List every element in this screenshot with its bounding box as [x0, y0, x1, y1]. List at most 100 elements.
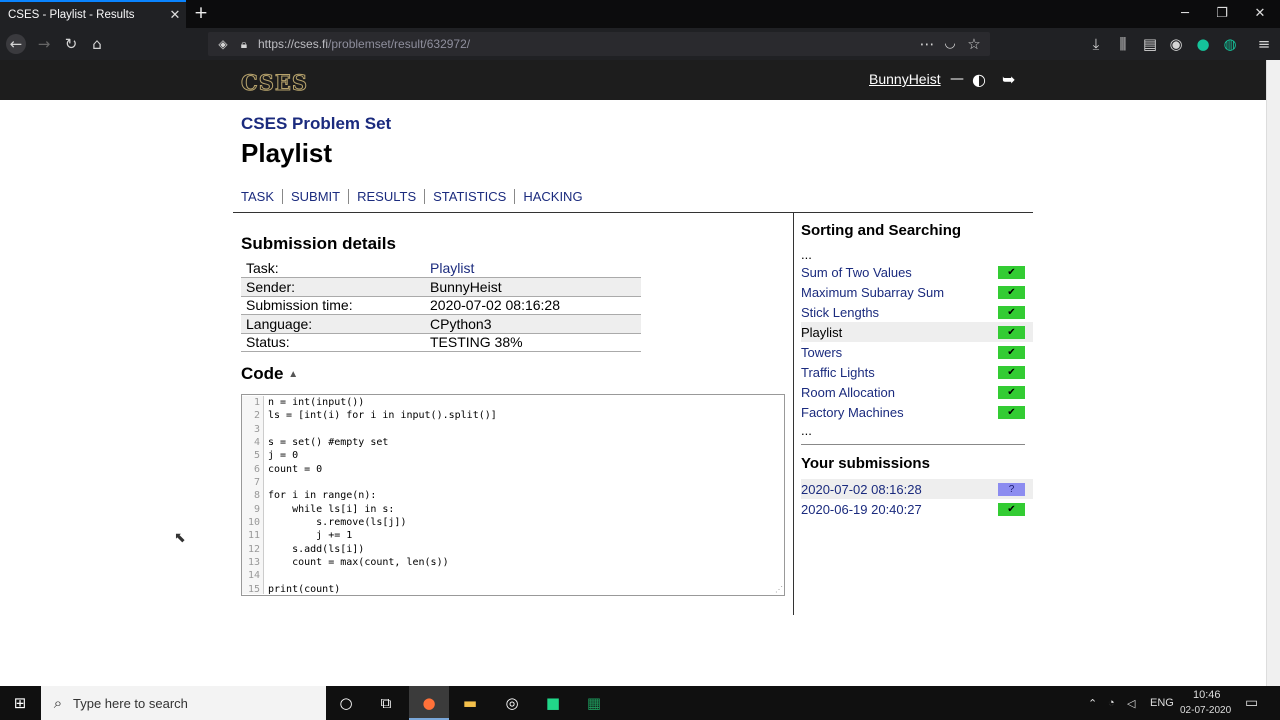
submissions-heading: Your submissions	[801, 455, 930, 472]
network-icon[interactable]: ◔	[1108, 697, 1115, 709]
tab-title: CSES - Playlist - Results	[8, 9, 135, 21]
submissions-list: 2020-07-02 08:16:28? 2020-06-19 20:40:27 ✔	[801, 479, 1033, 519]
search-placeholder: Type here to search	[73, 696, 188, 711]
table-row: Language: CPython3	[241, 314, 641, 334]
code-line: s = set() #empty set	[268, 437, 389, 449]
submission-item[interactable]: 2020-07-02 08:16:28?	[801, 479, 1033, 499]
forward-icon[interactable]: →	[34, 34, 54, 54]
chrome-icon[interactable]: ◎	[502, 694, 522, 712]
grammarly-extension-icon[interactable]: ◍	[1220, 34, 1240, 54]
code-line: while ls[i] in s:	[268, 503, 395, 515]
code-line: n = int(input())	[268, 397, 365, 408]
browser-tab[interactable]: CSES - Playlist - Results ✕	[0, 0, 186, 28]
home-icon[interactable]: ⌂	[87, 34, 107, 54]
bookmark-star-icon[interactable]: ☆	[964, 34, 984, 54]
tab-task[interactable]: TASK	[241, 189, 282, 204]
sidebar-item-label: Maximum Subarray Sum	[801, 284, 945, 300]
tab-submit[interactable]: SUBMIT	[282, 189, 348, 204]
sidebar-icon[interactable]: ▤	[1140, 34, 1160, 54]
url-text[interactable]: https://cses.fi/problemset/result/632972…	[258, 37, 470, 51]
sidebar-item[interactable]: Playlist ✔	[801, 322, 1033, 342]
row-value: CPython3	[425, 314, 641, 334]
reload-icon[interactable]: ↻	[61, 34, 81, 54]
line-number: 13	[247, 557, 260, 569]
account-icon[interactable]: ◉	[1166, 34, 1186, 54]
resize-handle-icon[interactable]: ⋰	[775, 585, 783, 594]
row-label: Submission time:	[241, 296, 425, 315]
pycharm-icon[interactable]: ■	[543, 694, 563, 712]
clock-time[interactable]: 10:46	[1193, 689, 1221, 701]
notifications-icon[interactable]: ▭	[1245, 694, 1258, 711]
accepted-check-icon: ✔	[998, 365, 1025, 379]
submission-item[interactable]: 2020-06-19 20:40:27 ✔	[801, 499, 1025, 519]
url-host: https://cses.fi	[258, 37, 329, 51]
language-indicator[interactable]: ENG	[1150, 697, 1174, 709]
volume-icon[interactable]: ◁	[1127, 697, 1135, 710]
collapse-code-icon[interactable]: ▲	[288, 369, 298, 380]
code-line: count = max(count, len(s))	[268, 557, 449, 569]
library-icon[interactable]: ⫼	[1113, 34, 1133, 54]
line-number: 1	[253, 397, 260, 408]
username-link[interactable]: BunnyHeist	[869, 71, 941, 87]
sidebar-ellipsis-top: ...	[801, 247, 812, 262]
lock-icon[interactable]: 🔒︎	[234, 34, 254, 54]
tray-chevron-icon[interactable]: ⌃	[1088, 697, 1097, 710]
logout-icon[interactable]: ➥	[1002, 70, 1015, 89]
line-number: 7	[253, 477, 260, 489]
line-number: 4	[253, 437, 260, 449]
cses-logo[interactable]: CSES	[240, 70, 308, 96]
sidebar-item-label: Room Allocation	[801, 384, 895, 400]
sidebar-item[interactable]: Maximum Subarray Sum ✔	[801, 282, 1025, 302]
line-number: 8	[253, 490, 260, 502]
code-viewer[interactable]: 1 2 3 4 5 6 7 8 9 10 11 12 13 14 15 n = int(input()) ls…	[241, 394, 785, 596]
page-scrollbar[interactable]	[1266, 60, 1280, 686]
problem-set-link[interactable]: CSES Problem Set	[241, 114, 391, 134]
minimize-icon[interactable]: ─	[1170, 4, 1200, 24]
excel-icon[interactable]: ▦	[584, 694, 604, 712]
tab-statistics[interactable]: STATISTICS	[424, 189, 514, 204]
row-label: Language:	[241, 314, 425, 334]
maximize-icon[interactable]: ❐	[1207, 4, 1237, 24]
close-tab-icon[interactable]: ✕	[164, 8, 186, 23]
sidebar-divider	[793, 212, 794, 615]
tab-hacking[interactable]: HACKING	[514, 189, 590, 204]
sidebar-item[interactable]: Factory Machines ✔	[801, 402, 1025, 422]
menu-icon[interactable]: ≡	[1254, 34, 1274, 54]
sidebar-item[interactable]: Towers ✔	[801, 342, 1025, 362]
line-number: 15	[247, 583, 260, 595]
url-path: /problemset/result/632972/	[328, 37, 471, 51]
accepted-check-icon: ✔	[998, 405, 1025, 419]
window-close-icon[interactable]: ✕	[1245, 4, 1275, 24]
download-icon[interactable]: ⤓	[1086, 34, 1106, 54]
task-link[interactable]: Playlist	[430, 260, 474, 276]
accepted-check-icon: ✔	[998, 285, 1025, 299]
file-explorer-icon[interactable]: ▬	[460, 694, 480, 712]
pocket-icon[interactable]: ◡	[940, 34, 960, 54]
code-line: j += 1	[268, 530, 353, 542]
sidebar-item[interactable]: Traffic Lights ✔	[801, 362, 1025, 382]
cortana-icon[interactable]: ○	[336, 694, 356, 712]
new-tab-icon[interactable]: +	[192, 4, 210, 22]
accepted-check-icon: ✔	[998, 305, 1025, 319]
line-number: 14	[247, 570, 260, 582]
code-line: j = 0	[268, 450, 299, 462]
row-label: Sender:	[241, 277, 425, 297]
grammarly-icon[interactable]: ●	[1193, 34, 1213, 54]
clock-date[interactable]: 02-07-2020	[1180, 705, 1231, 716]
accepted-check-icon: ✔	[998, 502, 1025, 516]
code-heading-text: Code	[241, 364, 284, 383]
sidebar-item-label: Sum of Two Values	[801, 264, 912, 280]
sidebar-item[interactable]: Room Allocation ✔	[801, 382, 1025, 402]
sidebar-separator	[801, 444, 1025, 445]
task-view-icon[interactable]: ⧉	[376, 694, 396, 712]
page-actions-icon[interactable]: ⋯	[917, 34, 937, 54]
back-icon[interactable]: ←	[6, 34, 26, 54]
code-line: ls = [int(i) for i in input().split()]	[268, 410, 497, 422]
shield-icon[interactable]: ◈	[213, 34, 233, 54]
code-line: print(count)	[268, 583, 341, 595]
sidebar-item[interactable]: Stick Lengths ✔	[801, 302, 1025, 322]
windows-start-icon[interactable]: ⊞	[10, 694, 30, 712]
sidebar-item[interactable]: Sum of Two Values ✔	[801, 262, 1025, 282]
theme-toggle-icon[interactable]: ◐	[972, 70, 986, 89]
tab-results[interactable]: RESULTS	[348, 189, 424, 204]
